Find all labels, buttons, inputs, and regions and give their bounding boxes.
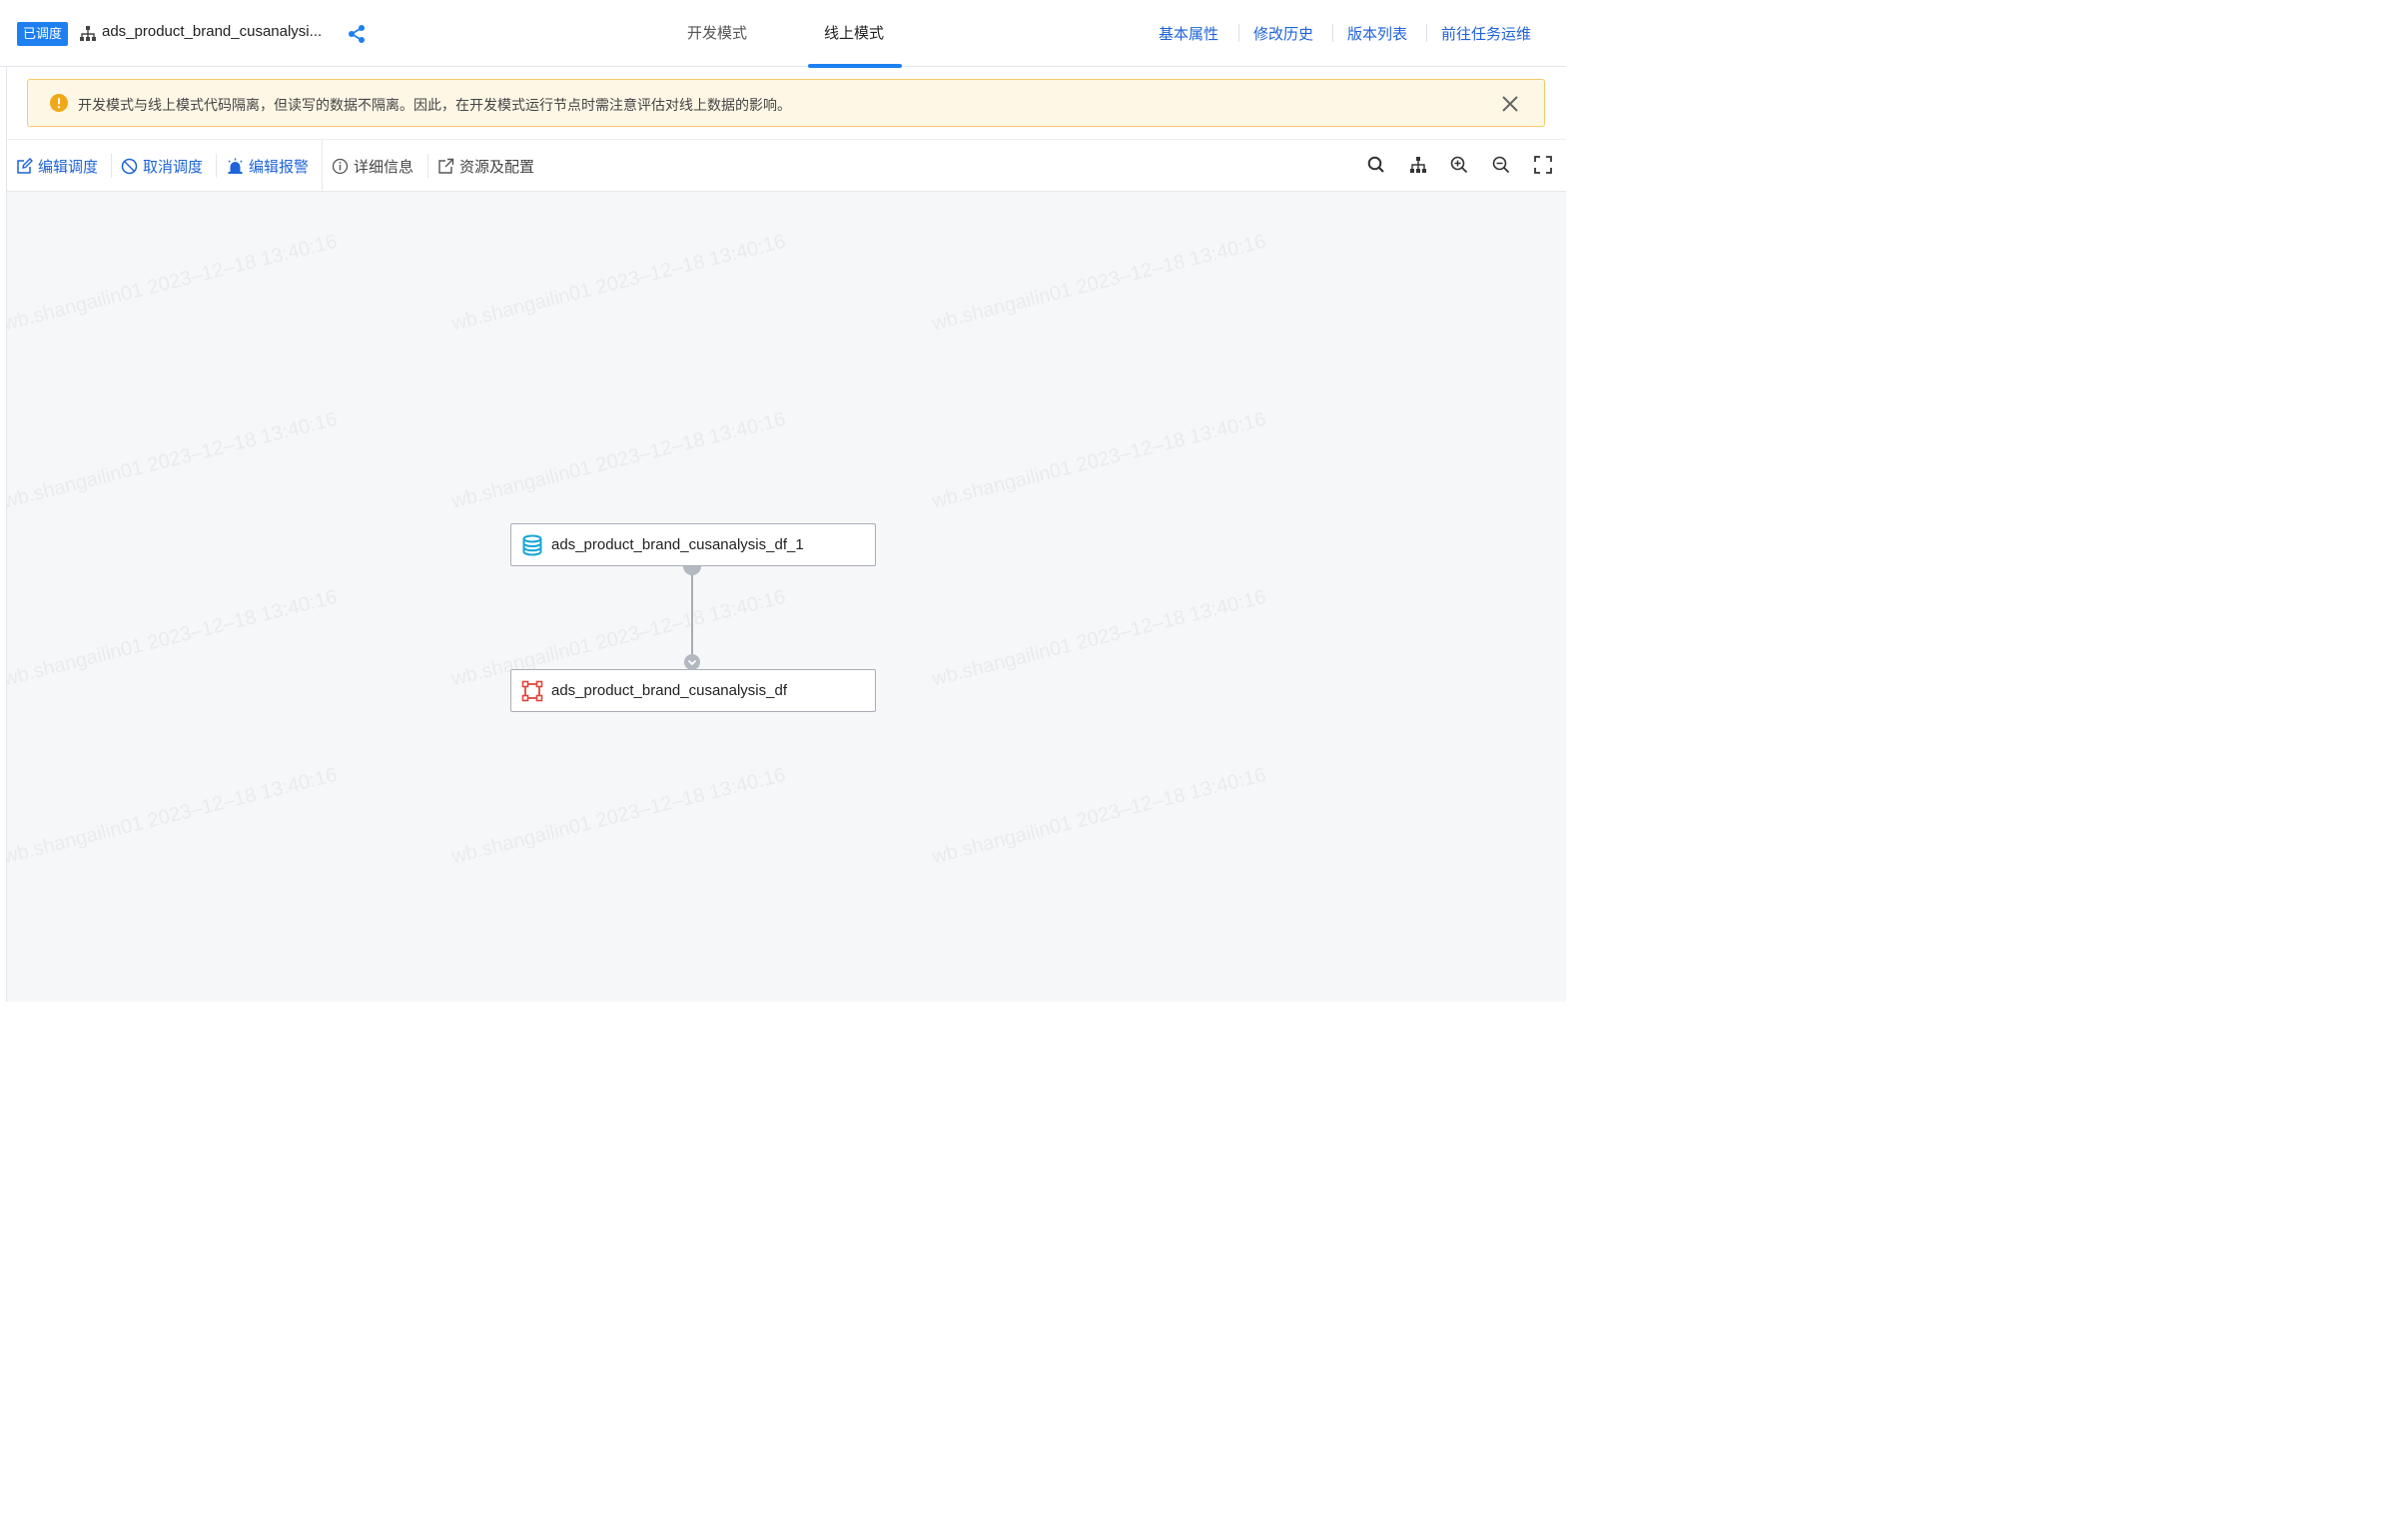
node-label: ads_product_brand_cusanalysis_df_1 — [551, 536, 804, 553]
warning-text: 开发模式与线上模式代码隔离，但读写的数据不隔离。因此，在开发模式运行节点时需注意… — [78, 97, 791, 113]
watermark-text: wb.shangailin01 2023–12–18 13:40:16 — [449, 407, 788, 513]
output-port[interactable] — [683, 557, 701, 575]
toolbar-divider — [216, 154, 217, 178]
cancel-schedule-label: 取消调度 — [143, 158, 204, 176]
edit-alarm-button[interactable]: 编辑报警 — [227, 156, 309, 176]
version-list-link[interactable]: 版本列表 — [1347, 23, 1407, 44]
details-button[interactable]: 详细信息 — [332, 156, 413, 176]
goto-task-ops-link[interactable]: 前往任务运维 — [1441, 23, 1531, 44]
watermark-text: wb.shangailin01 2023–12–18 13:40:16 — [7, 407, 340, 513]
ban-icon — [121, 158, 138, 174]
watermark-text: wb.shangailin01 2023–12–18 13:40:16 — [449, 763, 788, 869]
watermark-text: wb.shangailin01 2023–12–18 13:40:16 — [7, 763, 340, 869]
graph-node-target[interactable]: ads_product_brand_cusanalysis_df — [510, 669, 876, 712]
warning-banner: 开发模式与线上模式代码隔离，但读写的数据不隔离。因此，在开发模式运行节点时需注意… — [27, 79, 1545, 127]
basic-properties-link[interactable]: 基本属性 — [1159, 23, 1218, 44]
modify-history-link[interactable]: 修改历史 — [1253, 23, 1313, 44]
top-header: 已调度 ads_product_brand_cusanalysi... 开发模式… — [0, 0, 1566, 68]
link-divider — [1332, 24, 1333, 42]
graph-toolbar: 编辑调度 取消调度 编辑报警 详细信息 资源及配置 — [7, 139, 1566, 193]
cancel-schedule-button[interactable]: 取消调度 — [121, 156, 203, 176]
task-name: ads_product_brand_cusanalysi... — [102, 23, 323, 40]
toolbar-divider — [111, 154, 112, 178]
watermark-text: wb.shangailin01 2023–12–18 13:40:16 — [930, 407, 1268, 513]
edit-icon — [17, 157, 33, 174]
left-border — [6, 66, 7, 1002]
zoom-in-icon[interactable] — [1449, 155, 1469, 175]
zoom-out-icon[interactable] — [1491, 155, 1511, 175]
database-icon — [522, 534, 542, 555]
workflow-tree-icon — [80, 26, 96, 41]
watermark-text: wb.shangailin01 2023–12–18 13:40:16 — [7, 230, 340, 336]
link-divider — [1426, 24, 1427, 42]
transform-node-icon — [521, 680, 543, 701]
resources-config-button[interactable]: 资源及配置 — [437, 156, 534, 176]
toolbar-divider — [427, 154, 428, 178]
watermark-text: wb.shangailin01 2023–12–18 13:40:16 — [449, 230, 788, 336]
edit-schedule-button[interactable]: 编辑调度 — [16, 156, 98, 176]
active-tab-indicator — [808, 64, 902, 68]
edit-alarm-label: 编辑报警 — [249, 158, 310, 176]
edit-schedule-label: 编辑调度 — [38, 158, 99, 176]
watermark-text: wb.shangailin01 2023–12–18 13:40:16 — [930, 230, 1268, 336]
watermark-text: wb.shangailin01 2023–12–18 13:40:16 — [930, 763, 1268, 869]
resources-config-label: 资源及配置 — [459, 158, 535, 176]
watermark-text: wb.shangailin01 2023–12–18 13:40:16 — [7, 585, 340, 691]
status-badge: 已调度 — [17, 22, 69, 46]
fullscreen-icon[interactable] — [1533, 155, 1553, 175]
warning-icon — [50, 94, 68, 112]
dag-canvas[interactable]: wb.shangailin01 2023–12–18 13:40:16 wb.sh… — [7, 192, 1566, 1002]
details-label: 详细信息 — [354, 158, 414, 176]
node-label: ads_product_brand_cusanalysis_df — [551, 682, 787, 699]
layout-tree-icon[interactable] — [1408, 155, 1428, 175]
external-link-icon — [438, 158, 454, 174]
watermark-text: wb.shangailin01 2023–12–18 13:40:16 — [930, 585, 1268, 691]
input-port-chevron-icon[interactable] — [683, 653, 701, 671]
link-divider — [1238, 24, 1239, 42]
search-icon[interactable] — [1366, 155, 1386, 175]
alarm-icon — [228, 158, 243, 174]
info-icon — [332, 158, 349, 174]
toolbar-group-divider — [322, 140, 323, 193]
share-icon[interactable] — [347, 24, 367, 44]
tab-dev-mode[interactable]: 开发模式 — [687, 22, 747, 43]
tab-online-mode[interactable]: 线上模式 — [824, 22, 884, 43]
close-icon[interactable] — [1500, 94, 1520, 114]
dependency-edge — [691, 565, 693, 661]
